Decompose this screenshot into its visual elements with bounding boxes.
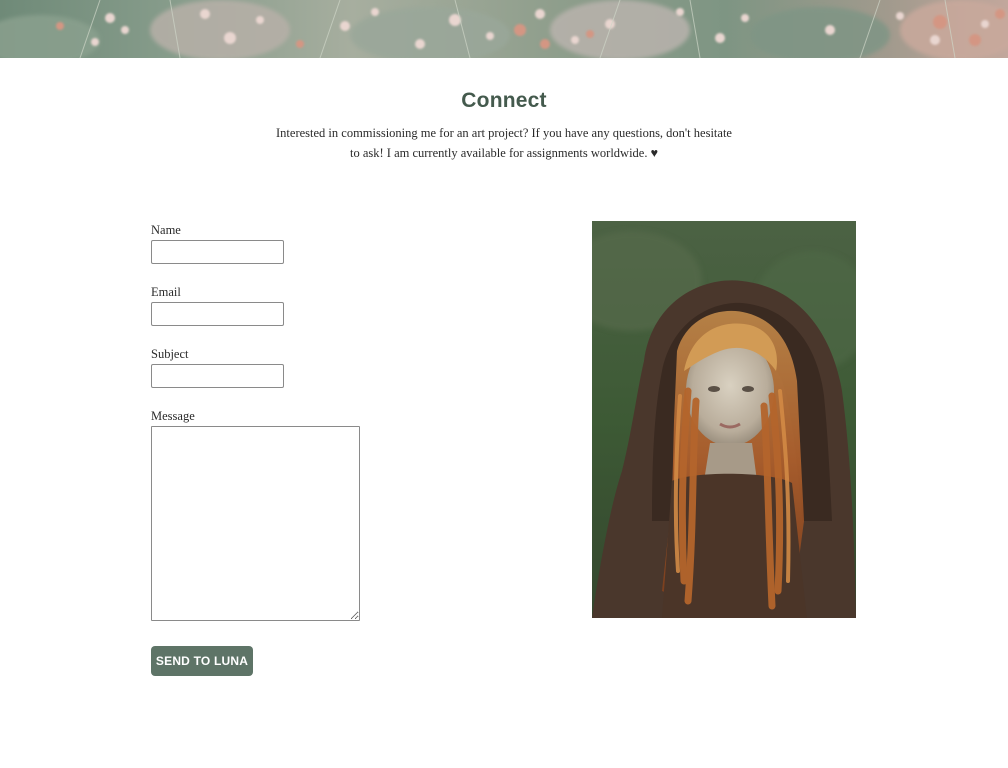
message-textarea[interactable] xyxy=(151,426,360,621)
send-button[interactable]: SEND TO LUNA xyxy=(151,646,253,676)
email-input[interactable] xyxy=(151,302,284,326)
name-input[interactable] xyxy=(151,240,284,264)
header-banner-image xyxy=(0,0,1008,58)
subject-label: Subject xyxy=(151,347,189,361)
email-label: Email xyxy=(151,285,181,299)
wildflower-banner-graphic xyxy=(0,0,1008,58)
message-label: Message xyxy=(151,409,195,423)
intro-line-1: Interested in commissioning me for an ar… xyxy=(276,126,732,140)
name-label: Name xyxy=(151,223,181,237)
intro-line-2: to ask! I am currently available for ass… xyxy=(349,146,659,160)
page-title: Connect xyxy=(461,89,547,112)
subject-input[interactable] xyxy=(151,364,284,388)
hooded-portrait-graphic xyxy=(592,221,856,618)
intro-text: Interested in commissioning me for an ar… xyxy=(262,123,746,163)
portrait-image xyxy=(592,221,856,618)
